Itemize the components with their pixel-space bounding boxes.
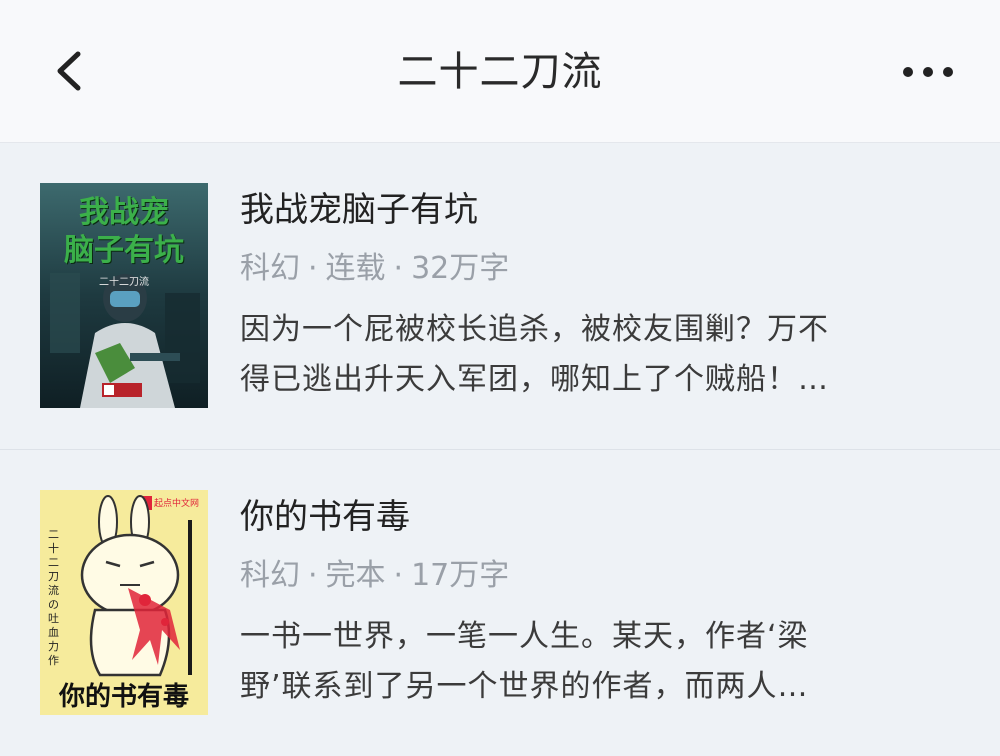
top-nav-bar: 二十二刀流 xyxy=(0,0,1000,143)
cover-author-line: 二十二刀流の吐血力作 xyxy=(48,528,59,667)
book-title: 你的书有毒 xyxy=(240,497,410,537)
cover-publisher: 起点中文网 xyxy=(154,499,200,509)
book-status: 连载 xyxy=(325,251,386,286)
book-meta: 科幻 · 连载 · 32万字 xyxy=(240,247,940,291)
book-word-count: 32万字 xyxy=(411,251,510,286)
more-horizontal-icon xyxy=(903,67,953,77)
book-item[interactable]: 我战宠 脑子有坑 二十二刀流 我战宠脑子有坑 科幻 · 连载 · 32万字 因为一个屁被… xyxy=(0,143,1000,450)
book-cover[interactable]: 我战宠 脑子有坑 二十二刀流 xyxy=(40,183,208,408)
book-info: 你的书有毒 科幻 · 完本 · 17万字 一书一世界，一笔一人生。某天，作者‘梁 野’联… xyxy=(240,492,940,712)
meta-separator: · xyxy=(393,558,404,593)
cover-title-line2: 脑子有坑 xyxy=(64,233,184,268)
description-line: 一书一世界，一笔一人生。某天，作者‘梁 xyxy=(240,619,809,654)
meta-separator: · xyxy=(393,251,404,286)
cover-author: 二十二刀流 xyxy=(99,277,149,288)
page-title: 二十二刀流 xyxy=(397,49,603,95)
book-info: 我战宠脑子有坑 科幻 · 连载 · 32万字 因为一个屁被校长追杀，被校友围剿？万不 得… xyxy=(240,185,940,405)
book-list: 我战宠 脑子有坑 二十二刀流 我战宠脑子有坑 科幻 · 连载 · 32万字 因为一个屁被… xyxy=(0,143,1000,752)
book-cover[interactable]: 起点中文网 二十二刀流の吐血力作 你的书有毒 xyxy=(40,490,208,715)
book-description: 一书一世界，一笔一人生。某天，作者‘梁 野’联系到了另一个世界的作者，而两人… xyxy=(240,612,930,712)
description-line: 因为一个屁被校长追杀，被校友围剿？万不 xyxy=(240,312,829,347)
book-word-count: 17万字 xyxy=(411,558,510,593)
meta-separator: · xyxy=(308,558,318,593)
cover-title: 你的书有毒 xyxy=(58,682,189,712)
meta-separator: · xyxy=(308,251,318,286)
book-status: 完本 xyxy=(325,558,386,593)
book-description: 因为一个屁被校长追杀，被校友围剿？万不 得已逃出升天入军团，哪知上了个贼船！… xyxy=(240,305,930,405)
cover-title-line1: 我战宠 xyxy=(79,195,169,230)
back-button[interactable] xyxy=(46,46,96,96)
description-line: 野’联系到了另一个世界的作者，而两人… xyxy=(240,669,809,704)
more-button[interactable] xyxy=(896,52,960,92)
book-item[interactable]: 起点中文网 二十二刀流の吐血力作 你的书有毒 你的书有毒 科幻 · 完本 · 17万字 … xyxy=(0,450,1000,756)
chevron-left-icon xyxy=(57,51,81,91)
description-line: 得已逃出升天入军团，哪知上了个贼船！… xyxy=(240,362,829,397)
book-meta: 科幻 · 完本 · 17万字 xyxy=(240,554,940,598)
book-category: 科幻 xyxy=(240,558,300,593)
book-category: 科幻 xyxy=(240,251,300,286)
book-title: 我战宠脑子有坑 xyxy=(240,190,478,230)
